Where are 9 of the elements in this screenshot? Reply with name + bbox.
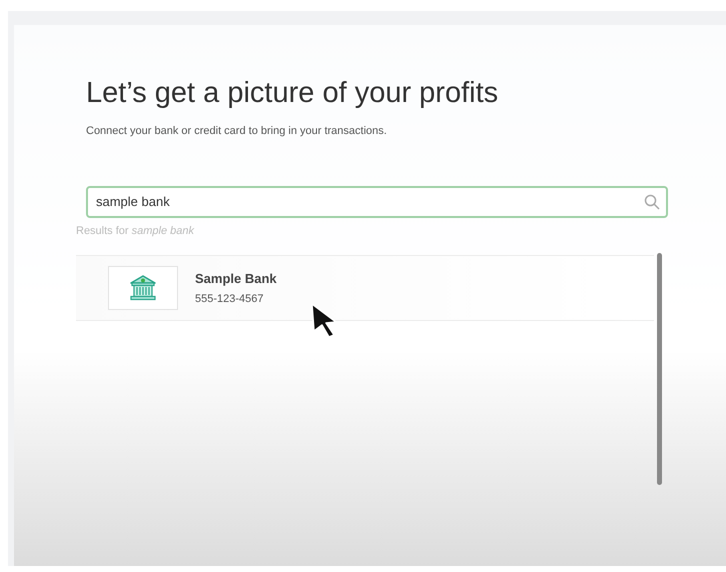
bank-name: Sample Bank [195,270,277,288]
search-field[interactable]: sample bank [86,186,668,218]
page-subtitle: Connect your bank or credit card to bring in your transactions. [86,124,388,140]
bank-result-row[interactable]: Sample Bank 555-123-4567 [76,255,654,322]
scrollbar-thumb[interactable] [657,253,662,486]
search-icon[interactable] [644,194,660,210]
bank-phone: 555-123-4567 [195,292,265,308]
results-label: Results for sample bank [76,224,196,239]
page-title: Let’s get a picture of your profits [86,76,500,111]
